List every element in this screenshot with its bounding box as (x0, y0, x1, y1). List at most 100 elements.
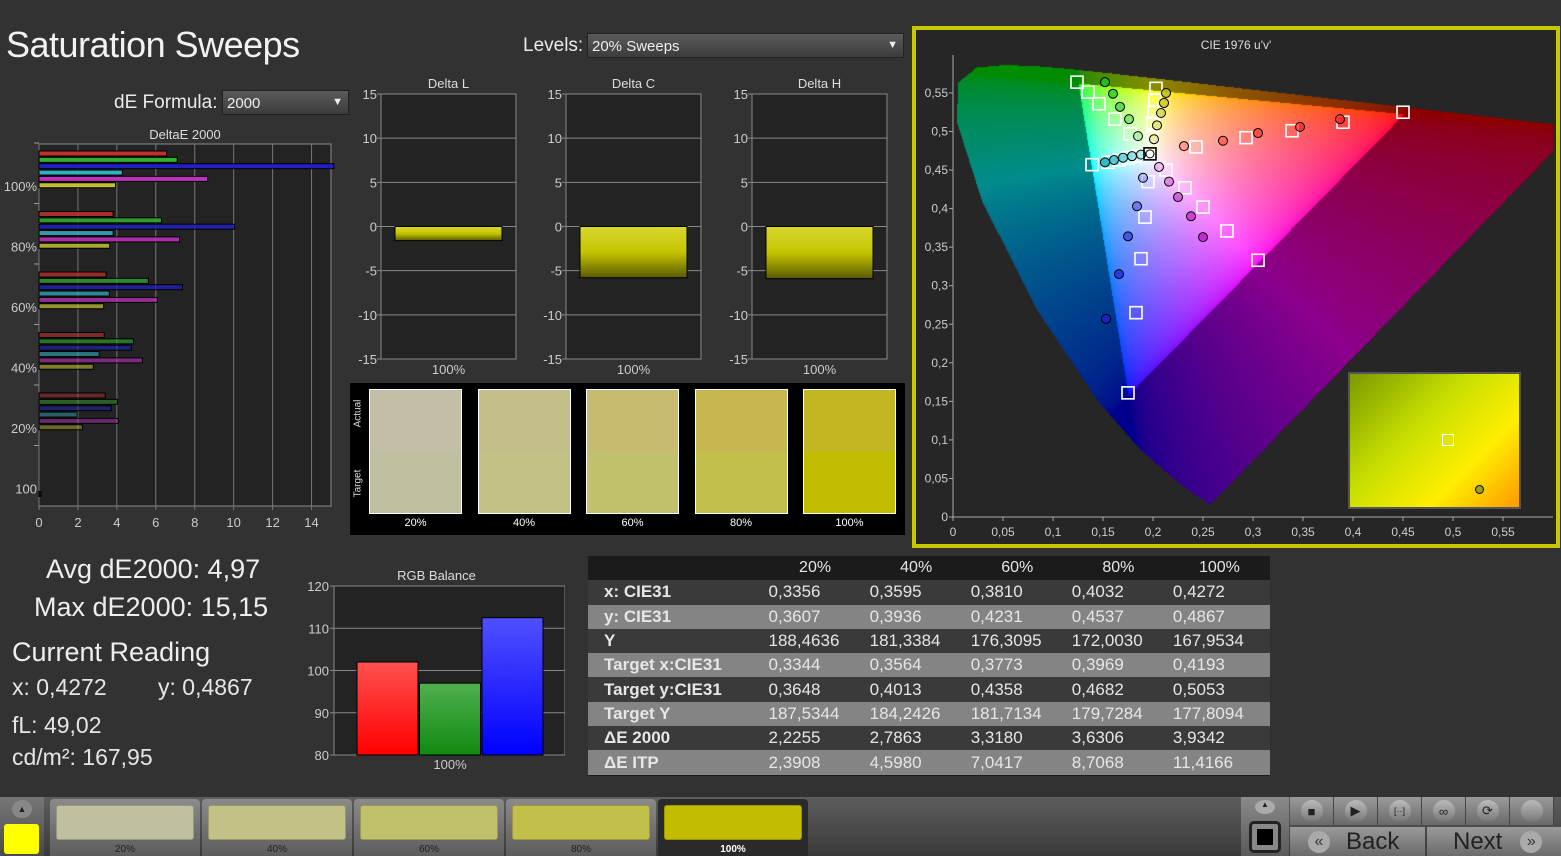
table-cell: 184,2426 (865, 701, 967, 727)
table-cell: 0,3564 (865, 653, 967, 678)
measured-red-100 (1335, 114, 1345, 125)
measured-yellow-40 (1152, 120, 1162, 131)
swatch-label: 100% (835, 517, 864, 529)
bar-green (419, 682, 481, 756)
category-label: 100% (617, 362, 651, 377)
y-tick-label: 10 (734, 131, 748, 146)
sweep-tile-40%[interactable]: 40% (202, 799, 352, 856)
category-label: 100 (15, 482, 37, 497)
loop-range-button[interactable]: [··] (1378, 797, 1422, 825)
x-tick-label: 0,15 (1091, 525, 1115, 539)
loop-range-icon: [··] (1388, 800, 1411, 822)
scroll-up-icon[interactable]: ▲ (12, 800, 32, 818)
row-label: y: CIE31 (588, 604, 765, 629)
table-row: ΔE 2000 2,2255 2,7863 3,3180 3,6306 3,9342 (588, 726, 1270, 751)
y-tick-label: 5 (370, 175, 377, 190)
next-button[interactable]: Next » (1427, 827, 1561, 856)
column-header: 100% (1168, 556, 1270, 581)
y-tick-label: 110 (308, 621, 329, 636)
de-formula-dropdown[interactable]: 2000 ▼ (222, 90, 349, 115)
record-button[interactable] (1510, 797, 1554, 825)
table-row: x: CIE31 0,3356 0,3595 0,3810 0,4032 0,4272 (588, 580, 1270, 605)
table-cell: 3,6306 (1067, 726, 1169, 751)
column-header: 40% (865, 556, 967, 581)
play-button[interactable]: ▶ (1334, 797, 1378, 825)
row-label: x: CIE31 (588, 580, 765, 605)
measured-magenta-60 (1173, 192, 1183, 203)
target-red-100 (1396, 105, 1410, 120)
bar-blue (481, 617, 544, 756)
x-tick-label: 8 (191, 515, 198, 530)
y-tick-label: -5 (550, 264, 562, 279)
levels-dropdown[interactable]: 20% Sweeps ▼ (587, 33, 904, 58)
tile-label: 60% (418, 844, 439, 855)
category-label: 100% (433, 757, 467, 772)
target-cyan-100 (1085, 157, 1099, 172)
column-header: 80% (1067, 556, 1169, 581)
bar-cyan-40% (38, 351, 100, 358)
x-tick-label: 4 (113, 515, 120, 530)
target-green-80 (1081, 85, 1095, 99)
table-cell: 0,3356 (764, 580, 866, 605)
table-cell: 3,3180 (966, 726, 1068, 751)
column-header: 60% (966, 556, 1068, 581)
cie-zoom-inset (1348, 372, 1521, 509)
target-color (478, 451, 570, 513)
measured-magenta-80 (1186, 211, 1196, 222)
data-table-panel: 20% 40% 60% 80% 100% x: CIE31 0,3356 0,3595 0,38… (588, 556, 1270, 776)
target-red-20 (1189, 140, 1203, 154)
tile-label: 40% (266, 844, 287, 855)
table-cell: 176,3095 (966, 628, 1068, 654)
measured-magenta-40 (1164, 176, 1174, 187)
y-tick-label: -5 (365, 264, 377, 279)
table-cell: 0,3595 (865, 580, 967, 605)
measured-magenta-20 (1154, 161, 1164, 172)
actual-color (587, 390, 678, 452)
back-button[interactable]: « Back (1290, 827, 1426, 856)
scroll-up-icon[interactable]: ▲ (1255, 800, 1275, 814)
target-green-100 (1070, 75, 1084, 89)
bar-yellow-20% (38, 424, 83, 431)
double-chevron-right-icon: » (1520, 830, 1543, 853)
sweep-tile-20%[interactable]: 20% (50, 799, 200, 856)
refresh-button[interactable]: ⟳ (1466, 797, 1510, 825)
tile-label: 80% (570, 844, 591, 855)
infinity-button[interactable]: ∞ (1422, 797, 1466, 825)
stop-measure-button[interactable] (1249, 821, 1281, 853)
y-tick-label: 0,1 (931, 433, 948, 447)
target-color (804, 451, 895, 513)
actual-label: Actual (352, 399, 364, 428)
x-tick-label: 0,45 (1391, 525, 1415, 539)
delta-chart-delta-h: 15 10 5 0 -5 -10 -15 100% (729, 87, 888, 377)
table-row: y: CIE31 0,3607 0,3936 0,4231 0,4537 0,4867 (588, 604, 1270, 629)
category-label: 100% (432, 362, 466, 377)
table-cell: 11,4166 (1168, 750, 1270, 775)
swatch-panel: Actual Target 20% 40% 60% 80% 100% (350, 383, 905, 535)
stop-button[interactable]: ■ (1290, 797, 1334, 825)
rgb-balance-chart: 120 110 100 90 80 100% (307, 579, 565, 772)
target-label: Target (352, 469, 364, 498)
bar-cyan-60% (38, 290, 110, 297)
x-tick-label: 0,1 (1045, 525, 1062, 539)
back-label: Back (1346, 827, 1400, 855)
sweep-tile-100%[interactable]: 100% (658, 799, 808, 856)
x-tick-label: 10 (226, 515, 240, 530)
levels-label: Levels: (523, 35, 584, 56)
sweep-tile-80%[interactable]: 80% (506, 799, 656, 856)
y-tick-label: -10 (358, 308, 377, 323)
table-cell: 188,4636 (764, 628, 866, 654)
measured-green-40 (1124, 114, 1134, 125)
reading-cdm2: cd/m²: 167,95 (12, 744, 153, 770)
x-tick-label: 0,35 (1291, 525, 1315, 539)
row-label: Target y:CIE31 (588, 677, 765, 702)
table-cell: 0,3969 (1067, 653, 1169, 678)
table-cell: 0,4682 (1067, 677, 1169, 702)
y-tick-label: 5 (555, 175, 562, 190)
tile-color (360, 805, 498, 840)
y-tick-label: -15 (729, 352, 748, 367)
x-tick-label: 0,25 (1191, 525, 1215, 539)
sweep-tile-60%[interactable]: 60% (354, 799, 504, 856)
measured-yellow-80 (1159, 97, 1169, 108)
y-tick-label: 10 (548, 131, 562, 146)
y-tick-label: 15 (363, 87, 377, 102)
